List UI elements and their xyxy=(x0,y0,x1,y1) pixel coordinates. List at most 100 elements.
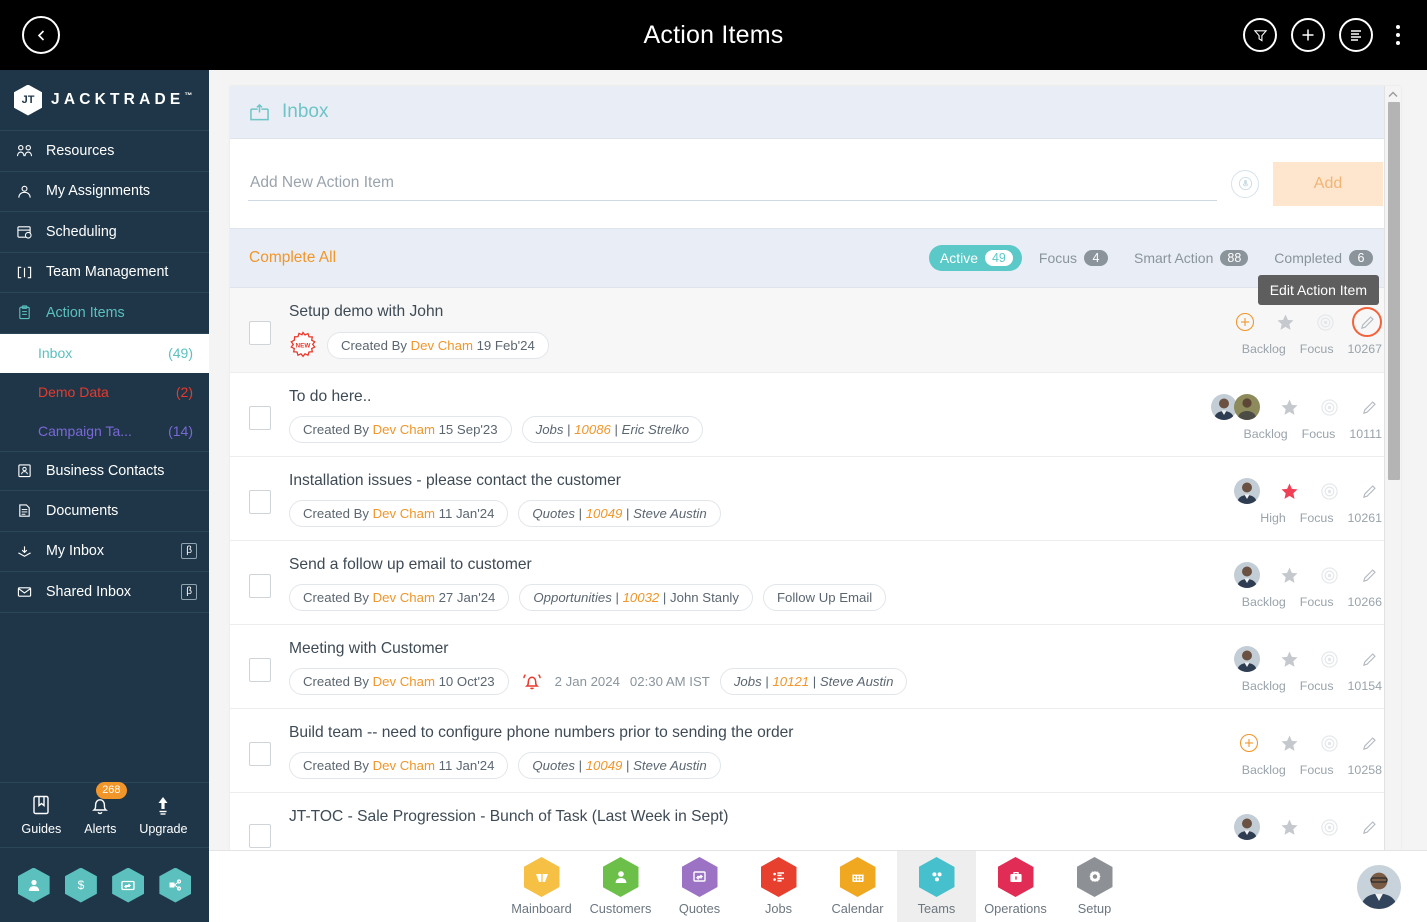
edit-action-item-button[interactable] xyxy=(1356,735,1382,752)
action-items-icon xyxy=(14,305,34,320)
focus-toggle-button[interactable] xyxy=(1316,482,1342,501)
back-button[interactable] xyxy=(22,16,60,54)
edit-action-item-button[interactable] xyxy=(1352,307,1382,337)
bottom-nav-jobs[interactable]: Jobs xyxy=(739,851,818,922)
sidebar-item-shared-inbox[interactable]: Shared Inbox β xyxy=(0,572,209,613)
entity-tag[interactable]: Jobs | 10121 | Steve Austin xyxy=(719,668,908,695)
sidebar-subitem-inbox[interactable]: Inbox (49) xyxy=(0,333,209,373)
bottom-nav-setup[interactable]: Setup xyxy=(1055,851,1134,922)
tab-completed[interactable]: Completed 6 xyxy=(1263,245,1382,271)
workflow-hex-icon[interactable] xyxy=(159,867,192,903)
alerts-button[interactable]: 268 Alerts xyxy=(84,782,127,836)
scrollbar-thumb[interactable] xyxy=(1388,102,1400,480)
label-tag[interactable]: Follow Up Email xyxy=(762,584,887,611)
edit-action-item-button[interactable] xyxy=(1356,819,1382,836)
assignee-avatars[interactable] xyxy=(1234,562,1260,588)
row-checkbox[interactable] xyxy=(249,321,271,345)
assign-user-button[interactable] xyxy=(1236,733,1262,753)
scroll-up-arrow[interactable] xyxy=(1385,86,1401,102)
priority-star-button[interactable] xyxy=(1276,650,1302,669)
assign-user-button[interactable] xyxy=(1232,312,1258,332)
row-checkbox[interactable] xyxy=(249,406,271,430)
table-row[interactable]: Meeting with Customer Created By Dev Cha… xyxy=(230,625,1401,709)
priority-star-button[interactable] xyxy=(1276,482,1302,501)
entity-tag[interactable]: Quotes | 10049 | Steve Austin xyxy=(518,500,721,527)
vertical-scrollbar[interactable] xyxy=(1384,86,1401,856)
priority-star-button[interactable] xyxy=(1276,566,1302,585)
sidebar-item-team-management[interactable]: Team Management xyxy=(0,253,209,293)
entity-tag[interactable]: Quotes | 10049 | Steve Austin xyxy=(518,752,721,779)
add-action-item-input[interactable] xyxy=(248,166,1217,201)
payment-hex-icon[interactable] xyxy=(112,867,145,903)
sidebar-subitem-campaign-tasks[interactable]: Campaign Ta... (14) xyxy=(0,412,209,451)
focus-toggle-button[interactable] xyxy=(1316,398,1342,417)
tab-smart-action[interactable]: Smart Action 88 xyxy=(1123,245,1257,271)
user-hex-icon[interactable] xyxy=(17,867,50,903)
focus-toggle-button[interactable] xyxy=(1312,313,1338,332)
focus-toggle-button[interactable] xyxy=(1316,734,1342,753)
assignee-avatars[interactable] xyxy=(1234,478,1260,504)
assignee-avatars[interactable] xyxy=(1234,814,1260,840)
dollar-hex-icon[interactable]: $ xyxy=(64,867,97,903)
priority-star-button[interactable] xyxy=(1276,398,1302,417)
sidebar-subitem-demo-data[interactable]: Demo Data (2) xyxy=(0,373,209,412)
row-checkbox[interactable] xyxy=(249,574,271,598)
edit-action-item-button[interactable] xyxy=(1356,399,1382,416)
entity-tag[interactable]: Opportunities | 10032 | John Stanly xyxy=(519,584,753,611)
upgrade-button[interactable]: Upgrade xyxy=(139,794,188,836)
row-checkbox[interactable] xyxy=(249,742,271,766)
bottom-nav-customers[interactable]: Customers xyxy=(581,851,660,922)
complete-all-button[interactable]: Complete All xyxy=(249,249,336,267)
focus-toggle-button[interactable] xyxy=(1316,818,1342,837)
assignee-avatars[interactable] xyxy=(1211,394,1260,420)
tab-focus[interactable]: Focus 4 xyxy=(1028,245,1117,271)
sidebar-item-documents[interactable]: Documents xyxy=(0,491,209,532)
header-actions xyxy=(1243,0,1409,70)
table-row[interactable]: To do here.. Created By Dev Cham 15 Sep'… xyxy=(230,373,1401,457)
profile-avatar[interactable] xyxy=(1357,865,1401,909)
tab-active[interactable]: Active 49 xyxy=(928,245,1022,271)
star-icon xyxy=(1281,819,1297,835)
sidebar-item-my-assignments[interactable]: My Assignments xyxy=(0,172,209,212)
row-checkbox[interactable] xyxy=(249,490,271,514)
add-button[interactable] xyxy=(1291,18,1325,52)
beta-badge: β xyxy=(181,543,197,560)
list-view-button[interactable] xyxy=(1339,18,1373,52)
table-row[interactable]: Installation issues - please contact the… xyxy=(230,457,1401,541)
add-button[interactable]: Add xyxy=(1273,161,1383,206)
table-row[interactable]: Build team -- need to configure phone nu… xyxy=(230,709,1401,793)
table-row[interactable]: Setup demo with John NEW Created By Dev … xyxy=(230,288,1401,373)
row-checkbox[interactable] xyxy=(249,824,271,848)
sidebar-item-business-contacts[interactable]: Business Contacts xyxy=(0,450,209,491)
sidebar-item-action-items[interactable]: Action Items xyxy=(0,293,209,334)
bottom-nav-calendar[interactable]: Calendar xyxy=(818,851,897,922)
priority-star-button[interactable] xyxy=(1276,818,1302,837)
sidebar-item-scheduling[interactable]: Scheduling xyxy=(0,212,209,253)
focus-toggle-button[interactable] xyxy=(1316,566,1342,585)
bottom-nav-mainboard[interactable]: Mainboard xyxy=(502,851,581,922)
assignee-avatars[interactable] xyxy=(1234,646,1260,672)
table-row[interactable]: JT-TOC - Sale Progression - Bunch of Tas… xyxy=(230,793,1401,856)
filter-icon xyxy=(1253,29,1267,42)
more-vertical-button[interactable] xyxy=(1387,18,1409,52)
edit-action-item-button[interactable] xyxy=(1356,567,1382,584)
focus-toggle-button[interactable] xyxy=(1316,650,1342,669)
voice-input-button[interactable] xyxy=(1231,169,1259,198)
priority-star-button[interactable] xyxy=(1276,734,1302,753)
bottom-nav-teams[interactable]: Teams xyxy=(897,850,976,922)
row-content: Installation issues - please contact the… xyxy=(289,472,1222,527)
priority-star-button[interactable] xyxy=(1272,313,1298,332)
entity-tag[interactable]: Jobs | 10086 | Eric Strelko xyxy=(521,416,704,443)
brand-logo[interactable]: JT JACKTRADE™ xyxy=(0,70,209,131)
filter-button[interactable] xyxy=(1243,18,1277,52)
table-row[interactable]: Send a follow up email to customer Creat… xyxy=(230,541,1401,625)
sidebar-item-label: My Inbox xyxy=(46,543,105,560)
bottom-nav-operations[interactable]: Operations xyxy=(976,851,1055,922)
sidebar-item-resources[interactable]: Resources xyxy=(0,131,209,172)
edit-action-item-button[interactable] xyxy=(1356,483,1382,500)
bottom-nav-quotes[interactable]: Quotes xyxy=(660,851,739,922)
guides-button[interactable]: Guides xyxy=(21,794,61,836)
row-checkbox[interactable] xyxy=(249,658,271,682)
edit-action-item-button[interactable] xyxy=(1356,651,1382,668)
sidebar-item-my-inbox[interactable]: My Inbox β xyxy=(0,532,209,572)
